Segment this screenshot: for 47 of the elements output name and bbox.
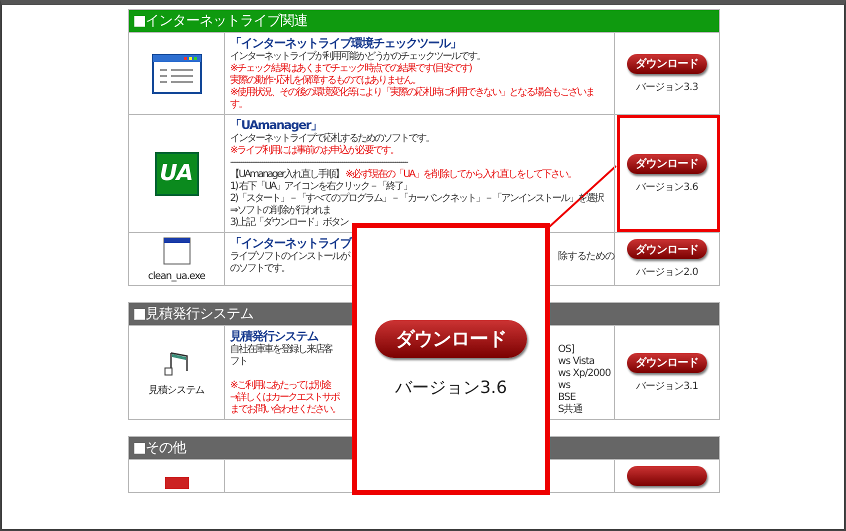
description-fragment: ws Vista — [558, 356, 596, 368]
version-label: バージョン3.1 — [636, 380, 698, 392]
description-line: 【UAmanager入れ直し手順】 ※必ず現在の「UA」を削除してから入れ直しをして下さい。 — [230, 169, 576, 180]
window-icon — [152, 54, 202, 94]
description-line: ※チェック結果はあくまでチェック時点での結果です(目安です) — [230, 63, 472, 74]
download-button[interactable] — [627, 466, 707, 486]
description-line: フト — [230, 356, 247, 368]
version-label: バージョン3.3 — [636, 80, 698, 94]
description-line: ※ご利用にあたっては別途 — [230, 380, 330, 392]
app-icon — [164, 477, 188, 489]
description-line: インターネットライブが利用可能かどうかのチェックツールです。 — [230, 51, 485, 62]
download-button[interactable]: ダウンロード — [627, 239, 707, 259]
download-button[interactable]: ダウンロード — [627, 154, 707, 174]
file-label: clean_ua.exe — [148, 270, 205, 282]
description-fragment: 除するための — [558, 251, 614, 263]
software-title[interactable]: 見積発行システム — [230, 329, 318, 344]
version-label: バージョン2.0 — [636, 266, 698, 279]
description-line: ⇒ソフトの削除が行われま — [230, 205, 330, 216]
file-label: 見積システム — [148, 384, 204, 396]
description-fragment: BSE — [558, 392, 577, 404]
description-fragment: ws Xp/2000 — [558, 368, 612, 380]
description-line: ※ライブ利用には事前のお申込が必要です。 — [230, 145, 398, 157]
window-icon[interactable] — [162, 236, 190, 264]
description-fragment: S共通 — [558, 404, 584, 416]
description-line: ------------------------------------------------------------------------------------ — [230, 157, 408, 168]
description-line: ライブソフトのインストールが — [230, 251, 349, 263]
software-title[interactable]: 「インターネットライブ環境チェックツール」 — [230, 36, 461, 51]
description-line: 1) 右下「UA」アイコンを右クリック－「終了」 — [230, 181, 412, 192]
download-button[interactable]: ダウンロード — [627, 54, 707, 74]
software-title[interactable]: 「インターネットライブ — [230, 236, 351, 251]
description-line: までお問い合わせください。 — [230, 404, 340, 416]
version-label: バージョン3.6 — [636, 180, 698, 194]
download-button[interactable]: ダウンロード — [375, 320, 527, 358]
download-button[interactable]: ダウンロード — [627, 352, 707, 372]
description-fragment: OS] — [558, 344, 576, 356]
description-line: 実際の動作･応札を保障するものではありません。 — [230, 75, 420, 86]
software-title[interactable]: 「UAmanager」 — [230, 118, 322, 133]
description-line: 自社在庫車を登録し来店客 — [230, 344, 332, 356]
description-fragment: ws — [558, 380, 572, 392]
description-line: のソフトです。 — [230, 263, 290, 275]
description-line: →詳しくはカークエストサポ — [230, 392, 339, 404]
version-label: バージョン3.6 — [394, 377, 508, 399]
section-header: ■インターネットライブ関連 — [128, 9, 720, 33]
description-line: ※使用状況、その後の環境変化等により「実際の応札時に利用できない」となる場合もございます。 — [230, 87, 595, 111]
ua-logo: UA — [154, 152, 198, 196]
description-line: インターネットライブで応札するためのソフトです。 — [230, 133, 434, 144]
description-line: 3)上記「ダウンロード」ボタン — [230, 217, 348, 229]
